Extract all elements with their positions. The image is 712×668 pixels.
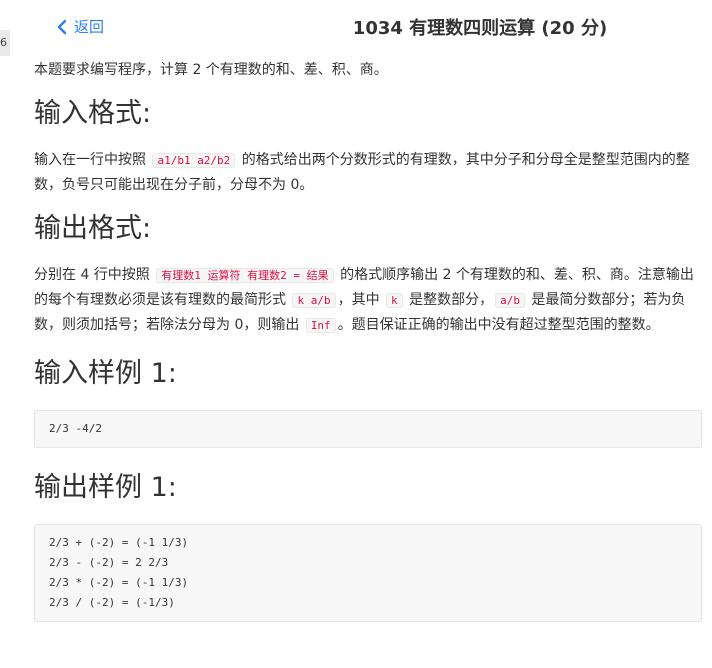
side-tab[interactable]: 6	[0, 30, 10, 56]
back-button[interactable]: 返回	[56, 16, 104, 37]
inline-code: a/b	[495, 293, 525, 308]
sample-input-heading: 输入样例 1:	[34, 358, 177, 389]
inline-code: Inf	[305, 318, 336, 333]
chevron-left-icon	[57, 19, 67, 34]
header-bar: 返回 1034 有理数四则运算 (20 分)	[0, 0, 712, 58]
page-title: 1034 有理数四则运算 (20 分)	[352, 18, 608, 39]
problem-content: 本题要求编写程序，计算 2 个有理数的和、差、积、商。 输入格式: 输入在一行中…	[34, 58, 702, 622]
input-format-heading: 输入格式:	[34, 98, 152, 129]
problem-intro: 本题要求编写程序，计算 2 个有理数的和、差、积、商。	[34, 62, 388, 78]
problem-page: 返回 1034 有理数四则运算 (20 分) 6 本题要求编写程序，计算 2 个…	[0, 0, 712, 668]
text-span: 是整数部分，	[404, 292, 494, 308]
text-span: ，其中	[337, 292, 385, 308]
inline-code: k a/b	[292, 293, 336, 308]
input-format-text: 输入在一行中按照 a1/b1 a2/b2 的格式给出两个分数形式的有理数，其中分…	[34, 148, 702, 197]
text-span: 。题目保证正确的输出中没有超过整型范围的整数。	[337, 317, 660, 333]
output-format-text: 分别在 4 行中按照 有理数1 运算符 有理数2 = 结果 的格式顺序输出 2 …	[34, 263, 702, 338]
sample-output-heading: 输出样例 1:	[34, 472, 177, 503]
text-span: 分别在 4 行中按照	[34, 267, 155, 283]
back-label: 返回	[74, 18, 105, 36]
inline-code: 有理数1 运算符 有理数2 = 结果	[156, 268, 334, 283]
text-span: 输入在一行中按照	[34, 152, 151, 168]
output-format-heading: 输出格式:	[34, 213, 152, 244]
inline-code: a1/b1 a2/b2	[152, 153, 236, 168]
sample-output-code: 2/3 + (-2) = (-1 1/3) 2/3 - (-2) = 2 2/3…	[34, 524, 702, 622]
inline-code: k	[386, 293, 403, 308]
sample-input-code: 2/3 -4/2	[34, 410, 702, 448]
